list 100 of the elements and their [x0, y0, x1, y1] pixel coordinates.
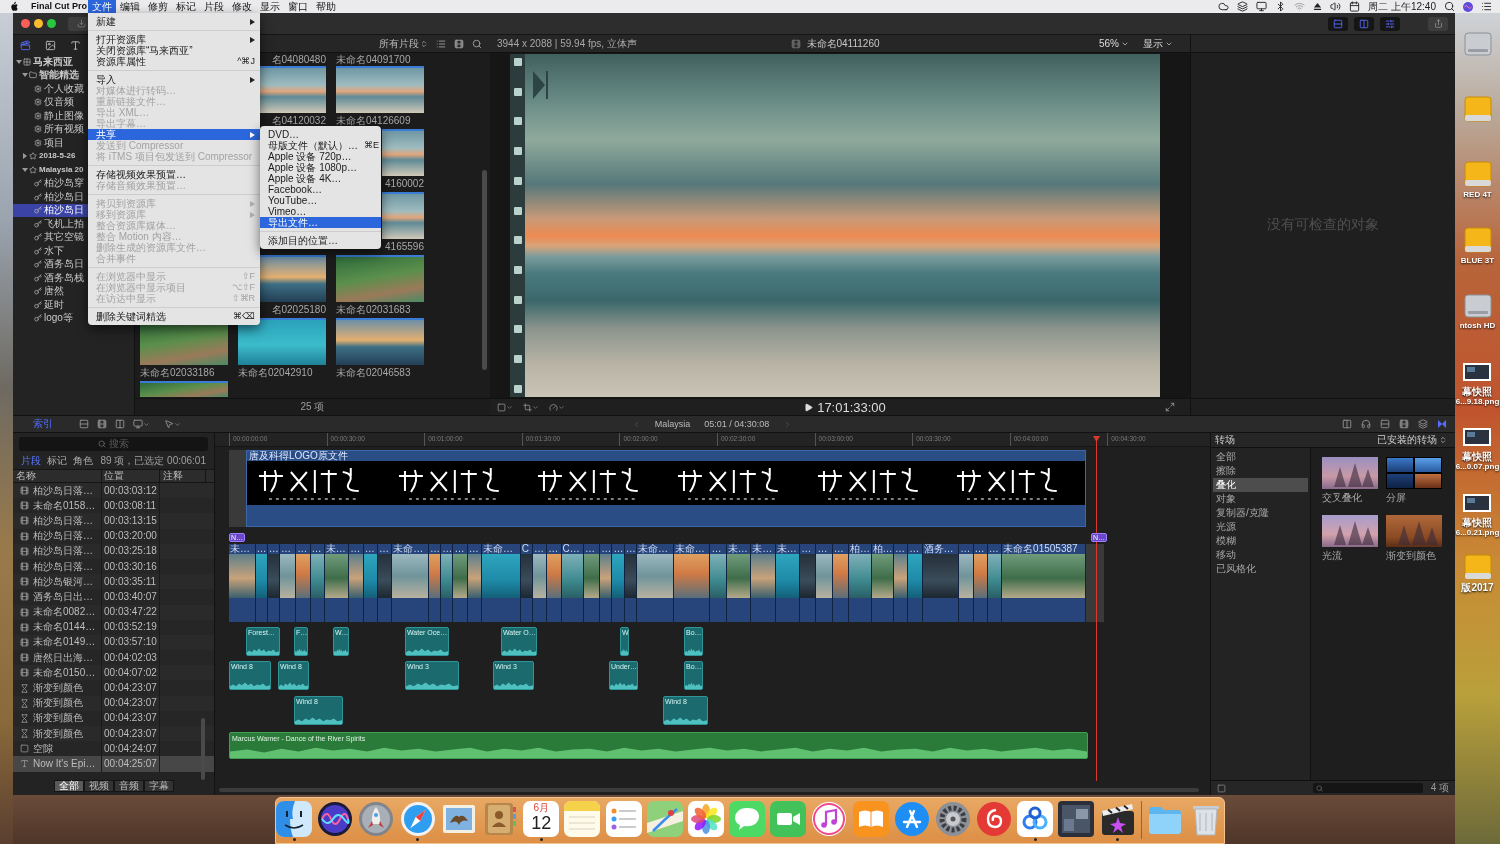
video-clip[interactable]: 未…	[726, 544, 752, 622]
close-button[interactable]	[21, 19, 30, 28]
external-drive-icon[interactable]	[1462, 551, 1493, 583]
volume-icon[interactable]	[1330, 1, 1342, 12]
tab[interactable]: 标记	[47, 456, 67, 466]
menu-item[interactable]: Apple 设备 720p…	[260, 151, 381, 162]
swirl-icon[interactable]	[976, 801, 1013, 837]
menu-item[interactable]: 母版文件（默认）… ⌘E	[260, 140, 381, 151]
menu-item[interactable]: DVD…	[260, 129, 381, 140]
list-icon[interactable]	[1481, 1, 1492, 12]
share-button[interactable]	[1428, 16, 1448, 31]
menu-title[interactable]: 修剪	[144, 0, 172, 13]
table-row[interactable]: 未命名0150… 00:04:07:02	[13, 665, 214, 681]
video-clip[interactable]: …	[612, 544, 625, 622]
filter-segment[interactable]: 视频	[83, 780, 114, 792]
search-icon[interactable]	[1444, 1, 1455, 12]
video-clip[interactable]: 未命…	[636, 544, 674, 622]
menu-item[interactable]: 关闭资源库“马来西亚”	[88, 45, 260, 56]
video-clip[interactable]: 未…	[751, 544, 776, 622]
column-header[interactable]: 名称	[13, 470, 102, 482]
video-clip[interactable]: …	[441, 544, 454, 622]
filter-segment[interactable]: 音频	[113, 780, 144, 792]
text-icon[interactable]	[70, 39, 81, 51]
scrollbar[interactable]	[201, 718, 205, 780]
disclosure-triangle-icon[interactable]	[22, 72, 28, 79]
external-drive-icon[interactable]	[1462, 158, 1493, 190]
video-clip[interactable]: …	[959, 544, 974, 622]
video-clip[interactable]: 未…	[324, 544, 350, 622]
menu-title[interactable]: 帮助	[312, 0, 340, 13]
menu-title[interactable]: 标记	[172, 0, 200, 13]
menu-item[interactable]: Facebook…	[260, 184, 381, 195]
notepad-icon[interactable]	[564, 801, 601, 837]
category-item[interactable]: 擦除	[1213, 464, 1308, 478]
columns-icon[interactable]	[1342, 419, 1352, 429]
menu-item[interactable]: 删除关键词精选 ⌘⌫	[88, 311, 260, 322]
clip-thumbnail[interactable]	[260, 255, 326, 302]
menu-item[interactable]: Vimeo…	[260, 206, 381, 217]
clip-thumbnail[interactable]	[382, 129, 424, 176]
menu-title[interactable]: 修改	[228, 0, 256, 13]
clip-thumbnail[interactable]	[260, 66, 326, 113]
menu-item[interactable]: 导入	[88, 74, 260, 85]
category-item[interactable]: 全部	[1213, 450, 1308, 464]
filmstrip-view-icon[interactable]	[454, 38, 464, 49]
viewer-options-button[interactable]	[497, 402, 513, 412]
speed-button[interactable]	[549, 402, 565, 412]
clapperboard-icon[interactable]	[1099, 801, 1136, 837]
timeline-toggle-button[interactable]	[1354, 16, 1374, 31]
video-clip[interactable]: 未命名01505387	[1002, 544, 1086, 622]
video-clip[interactable]: …	[800, 544, 817, 622]
video-clip[interactable]: 未…	[775, 544, 801, 622]
calendar-icon[interactable]	[1349, 1, 1361, 12]
column-header[interactable]: 位置	[102, 470, 160, 482]
cloud-icon[interactable]	[1218, 1, 1230, 12]
disclosure-triangle-icon[interactable]	[22, 153, 28, 160]
orb-icon[interactable]	[317, 801, 354, 837]
menu-item[interactable]: 打开资源库	[88, 34, 260, 45]
menu-item[interactable]: 新建	[88, 16, 260, 27]
bowtie-icon[interactable]	[1437, 419, 1447, 429]
display-icon[interactable]	[1256, 1, 1268, 12]
minimize-button[interactable]	[34, 19, 43, 28]
headphones-icon[interactable]	[1361, 419, 1371, 429]
tab[interactable]: 片段	[21, 456, 41, 466]
photo-icon[interactable]	[45, 39, 56, 51]
transform-button[interactable]	[523, 402, 539, 412]
table-row[interactable]: 柏沙岛日落… 00:03:13:15	[13, 513, 214, 529]
menu-item[interactable]: 存储视频效果预置…	[88, 169, 260, 180]
clip-height-button[interactable]	[133, 419, 150, 429]
zoom-menu[interactable]: 56%	[1099, 38, 1129, 49]
tool-menu[interactable]	[164, 419, 181, 429]
table-row[interactable]: Now It's Epi… 00:04:25:07	[13, 756, 214, 772]
transition-thumbnail[interactable]	[1322, 515, 1378, 547]
rings-icon[interactable]	[1017, 801, 1054, 837]
clock-text[interactable]: 周二 上午12:40	[1368, 1, 1436, 12]
fullscreen-icon[interactable]	[1165, 402, 1175, 412]
video-clip[interactable]: 未命…	[481, 544, 521, 622]
rows-icon[interactable]	[79, 419, 89, 429]
clip-thumbnail[interactable]	[238, 318, 326, 365]
video-clip[interactable]: 柏…	[871, 544, 894, 622]
open-book-icon[interactable]	[852, 801, 889, 837]
apple-icon[interactable]	[10, 1, 19, 12]
libraries-toggle-button[interactable]	[1328, 16, 1348, 31]
clip-thumbnail[interactable]	[336, 66, 424, 113]
gear-icon[interactable]	[934, 801, 971, 837]
filmstrip-icon[interactable]	[97, 419, 107, 429]
calendar-icon[interactable]: 6月 12	[523, 801, 560, 837]
square-icon[interactable]	[1217, 783, 1226, 793]
tab[interactable]: 角色	[73, 456, 93, 466]
speech-bubble-icon[interactable]	[729, 801, 765, 837]
clip-thumbnail[interactable]	[336, 318, 424, 365]
filter-menu[interactable]: 所有片段	[379, 38, 428, 49]
video-clip[interactable]: …	[600, 544, 613, 622]
video-clip[interactable]: …	[349, 544, 364, 622]
photo-tiles-icon[interactable]	[1058, 801, 1095, 837]
disclosure-triangle-icon[interactable]	[22, 166, 28, 173]
category-item[interactable]: 复制器/克隆	[1213, 506, 1308, 520]
menu-title[interactable]: 显示	[256, 0, 284, 13]
video-clip[interactable]: …	[547, 544, 562, 622]
transition-thumbnail[interactable]	[1322, 457, 1378, 489]
category-item[interactable]: 光源	[1213, 520, 1308, 534]
table-row[interactable]: 柏沙岛日落… 00:03:03:12	[13, 483, 214, 499]
